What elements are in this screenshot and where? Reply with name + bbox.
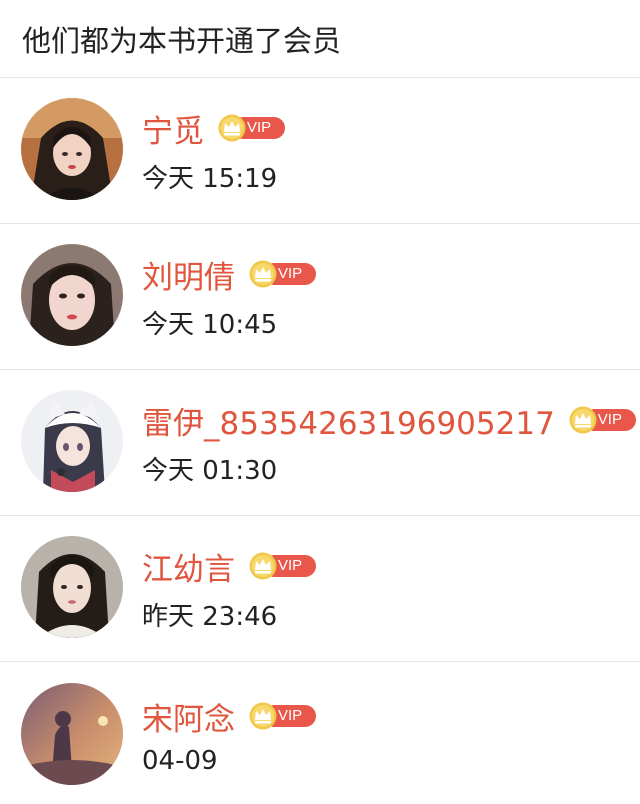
avatar-photo-icon <box>21 682 123 785</box>
page-header: 他们都为本书开通了会员 <box>0 0 640 78</box>
avatar[interactable] <box>21 390 123 492</box>
vip-badge: VIP <box>249 702 316 730</box>
crown-icon <box>218 114 246 142</box>
member-row[interactable]: 雷伊_85354263196905217 VIP 今天 01:30 <box>0 370 640 516</box>
member-row[interactable]: 刘明倩 VIP 今天 10:45 <box>0 224 640 370</box>
avatar-photo-icon <box>21 98 123 200</box>
member-row[interactable]: 宁觅 VIP 今天 15:19 <box>0 78 640 224</box>
crown-icon <box>249 260 277 288</box>
avatar-photo-icon <box>21 536 123 638</box>
member-name[interactable]: 宁觅 <box>142 106 204 151</box>
vip-badge: VIP <box>218 114 285 142</box>
vip-badge: VIP <box>249 260 316 288</box>
crown-icon <box>249 552 277 580</box>
avatar[interactable] <box>21 98 123 200</box>
member-name[interactable]: 江幼言 <box>142 544 235 589</box>
crown-icon <box>249 702 277 730</box>
member-time: 今天 15:19 <box>142 164 278 194</box>
member-time: 今天 10:45 <box>142 310 278 340</box>
member-name[interactable]: 刘明倩 <box>142 252 235 297</box>
member-list: 宁觅 VIP 今天 15:19 刘明倩 VIP 今天 10:45 雷伊_8535… <box>0 78 640 804</box>
page-title: 他们都为本书开通了会员 <box>22 23 342 58</box>
member-row[interactable]: 宋阿念 VIP 04-09 <box>0 662 640 804</box>
member-time: 今天 01:30 <box>142 456 278 486</box>
vip-badge: VIP <box>249 552 316 580</box>
avatar[interactable] <box>21 536 123 638</box>
avatar-anime-icon <box>21 390 123 492</box>
crown-icon <box>569 406 597 434</box>
member-row[interactable]: 江幼言 VIP 昨天 23:46 <box>0 516 640 662</box>
member-time: 昨天 23:46 <box>142 602 278 632</box>
member-name[interactable]: 雷伊_85354263196905217 <box>142 398 555 443</box>
avatar-photo-icon <box>21 244 123 346</box>
vip-badge: VIP <box>569 406 636 434</box>
avatar[interactable] <box>21 682 123 785</box>
member-time: 04-09 <box>142 746 218 776</box>
members-page: 他们都为本书开通了会员 宁觅 VIP 今天 15:19 刘明倩 VIP 今天 1… <box>0 0 640 804</box>
avatar[interactable] <box>21 244 123 346</box>
member-name[interactable]: 宋阿念 <box>142 694 235 739</box>
